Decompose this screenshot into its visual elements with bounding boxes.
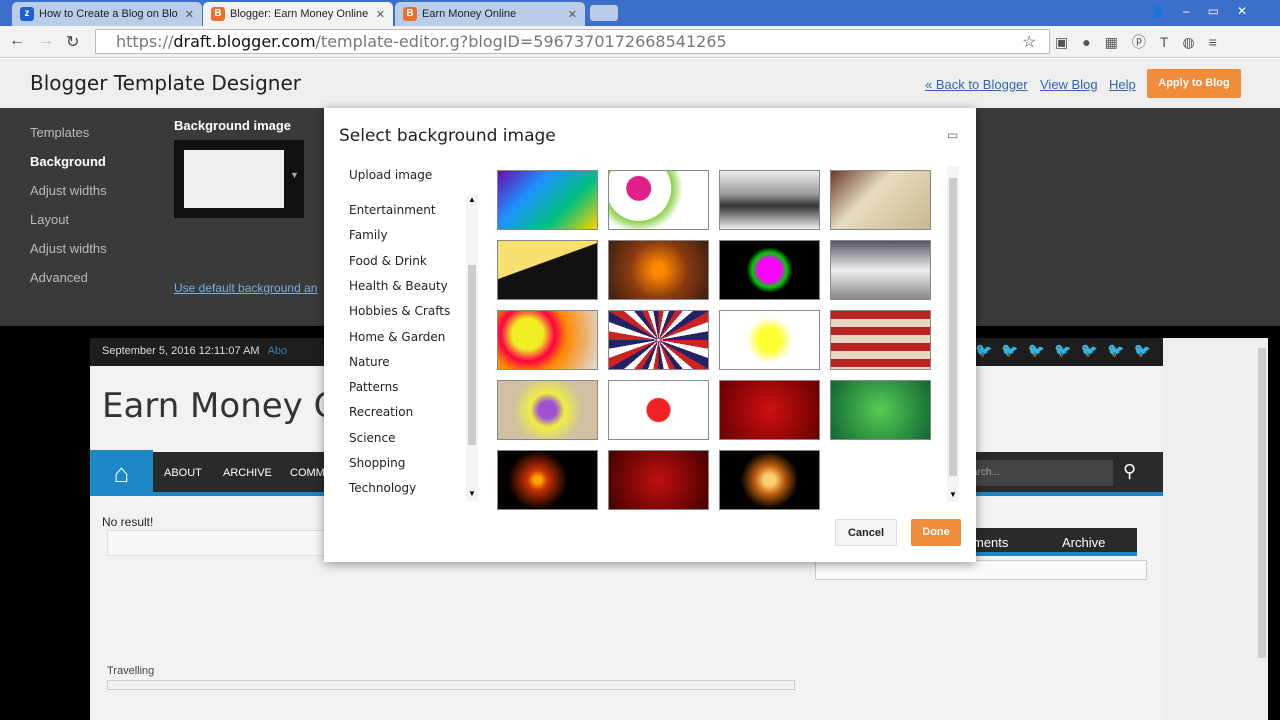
- sidebar-item-layout[interactable]: Layout: [30, 212, 69, 227]
- browser-tab-active[interactable]: B Blogger: Earn Money Online ✕: [203, 2, 393, 26]
- sidebar-item-adjust-widths[interactable]: Adjust widths: [30, 183, 107, 198]
- category-item[interactable]: Food & Drink: [349, 254, 427, 268]
- tab-title: How to Create a Blog on Blo: [39, 8, 178, 20]
- background-thumbnail[interactable]: [608, 240, 709, 300]
- close-tab-icon[interactable]: ✕: [568, 8, 577, 21]
- designer-header: Blogger Template Designer « Back to Blog…: [0, 59, 1280, 108]
- close-tab-icon[interactable]: ✕: [376, 8, 385, 21]
- category-item[interactable]: Recreation: [349, 405, 413, 419]
- background-thumbnail[interactable]: [830, 170, 931, 230]
- scroll-up-icon[interactable]: ▲: [468, 195, 476, 204]
- thumbnail-scrollbar[interactable]: ▼: [947, 166, 959, 502]
- tab-title: Earn Money Online: [422, 8, 517, 20]
- background-thumbnail[interactable]: [497, 310, 598, 370]
- background-thumbnail[interactable]: [608, 450, 709, 510]
- background-thumbnail[interactable]: [719, 310, 820, 370]
- search-icon[interactable]: ⚲: [1123, 461, 1136, 482]
- background-thumbnail[interactable]: [719, 450, 820, 510]
- background-thumbnail[interactable]: [608, 310, 709, 370]
- maximize-icon[interactable]: ▭: [947, 128, 958, 142]
- page-margin: [1163, 338, 1256, 720]
- background-thumbnail[interactable]: [830, 310, 931, 370]
- category-item[interactable]: Health & Beauty: [349, 279, 448, 293]
- tab-title: Blogger: Earn Money Online: [230, 8, 369, 20]
- dialog-title: Select background image: [339, 126, 556, 146]
- category-item[interactable]: Technology: [349, 481, 416, 495]
- reload-icon[interactable]: ↻: [66, 32, 79, 52]
- tab-comments[interactable]: ments: [973, 535, 1008, 550]
- widget-box: [815, 560, 1147, 580]
- category-item[interactable]: Shopping: [349, 456, 405, 470]
- window-controls[interactable]: 👤–▭✕: [1150, 4, 1265, 18]
- date-text: September 5, 2016 12:11:07 AM: [102, 345, 260, 357]
- twitter-icons[interactable]: 🐦🐦🐦🐦🐦🐦🐦: [975, 342, 1160, 359]
- browser-tab-bar: z How to Create a Blog on Blo ✕ B Blogger: …: [0, 0, 1280, 26]
- blog-title[interactable]: Earn Money C: [102, 386, 337, 426]
- help-link[interactable]: Help: [1109, 77, 1136, 92]
- travelling-bar: [107, 680, 795, 690]
- back-to-blogger-link[interactable]: « Back to Blogger: [925, 77, 1028, 92]
- apply-to-blog-button[interactable]: Apply to Blog: [1147, 69, 1241, 98]
- back-icon[interactable]: ←: [9, 32, 25, 50]
- background-image-label: Background image: [174, 118, 292, 133]
- upload-image-link[interactable]: Upload image: [349, 168, 432, 182]
- travelling-label: Travelling: [107, 665, 155, 677]
- background-image-picker[interactable]: ▼: [174, 140, 304, 218]
- background-thumbnail[interactable]: [497, 240, 598, 300]
- category-item[interactable]: Science: [349, 431, 396, 445]
- new-tab-button[interactable]: [590, 5, 618, 21]
- background-thumbnail[interactable]: [497, 170, 598, 230]
- address-bar[interactable]: https://draft.blogger.com/template-edito…: [95, 29, 1050, 54]
- home-icon[interactable]: ⌂: [90, 450, 153, 496]
- nav-archive[interactable]: ARCHIVE: [223, 467, 272, 479]
- browser-tab[interactable]: B Earn Money Online ✕: [395, 2, 585, 26]
- zoho-favicon-icon: z: [20, 7, 34, 21]
- background-thumbnail[interactable]: [497, 450, 598, 510]
- extension-icons[interactable]: ▣●▦ⓟT◍≡: [1055, 32, 1255, 52]
- use-default-background-link[interactable]: Use default background an: [174, 281, 317, 295]
- search-input[interactable]: arch...: [965, 460, 1113, 486]
- view-blog-link[interactable]: View Blog: [1040, 77, 1098, 92]
- cancel-button[interactable]: Cancel: [835, 519, 897, 546]
- nav-comments[interactable]: COMM: [290, 467, 325, 479]
- background-thumbnail[interactable]: [608, 170, 709, 230]
- browser-toolbar: ← → ↻ https://draft.blogger.com/template…: [0, 26, 1280, 58]
- background-thumbnail[interactable]: [608, 380, 709, 440]
- category-item[interactable]: Nature: [349, 355, 390, 369]
- category-item[interactable]: Hobbies & Crafts: [349, 304, 450, 318]
- background-thumbnail[interactable]: [719, 170, 820, 230]
- about-link[interactable]: Abo: [268, 345, 288, 357]
- browser-tab[interactable]: z How to Create a Blog on Blo ✕: [12, 2, 202, 26]
- sidebar-item-advanced[interactable]: Advanced: [30, 270, 88, 285]
- category-scrollbar[interactable]: ▲ ▼: [466, 195, 478, 501]
- category-item[interactable]: Home & Garden: [349, 330, 445, 344]
- bookmark-star-icon[interactable]: ☆: [1022, 32, 1036, 52]
- background-thumbnail[interactable]: [497, 380, 598, 440]
- blogger-favicon-icon: B: [403, 7, 417, 21]
- done-button[interactable]: Done: [911, 519, 961, 546]
- tab-archive[interactable]: Archive: [1062, 535, 1105, 550]
- close-tab-icon[interactable]: ✕: [185, 8, 194, 21]
- preview-scrollbar[interactable]: [1256, 338, 1268, 720]
- background-thumbnail[interactable]: [719, 380, 820, 440]
- sidebar-item-adjust-widths-2[interactable]: Adjust widths: [30, 241, 107, 256]
- scroll-down-icon[interactable]: ▼: [949, 490, 957, 499]
- blogger-favicon-icon: B: [211, 7, 225, 21]
- scroll-down-icon[interactable]: ▼: [468, 489, 476, 498]
- page-title: Blogger Template Designer: [30, 71, 301, 95]
- result-box: [107, 530, 327, 556]
- category-item[interactable]: Family: [349, 228, 388, 242]
- nav-about[interactable]: ABOUT: [164, 467, 202, 479]
- select-background-dialog: Select background image ▭ Upload image E…: [324, 108, 976, 562]
- dropdown-arrow-icon: ▼: [290, 170, 299, 180]
- background-thumbnail[interactable]: [719, 240, 820, 300]
- category-item[interactable]: Patterns: [349, 380, 398, 394]
- background-thumbnail[interactable]: [830, 240, 931, 300]
- sidebar-item-templates[interactable]: Templates: [30, 125, 89, 140]
- no-result-text: No result!: [102, 515, 154, 529]
- sidebar-item-background[interactable]: Background: [30, 154, 106, 169]
- forward-icon[interactable]: →: [38, 32, 54, 50]
- background-thumbnail[interactable]: [830, 380, 931, 440]
- category-item[interactable]: Entertainment: [349, 203, 436, 217]
